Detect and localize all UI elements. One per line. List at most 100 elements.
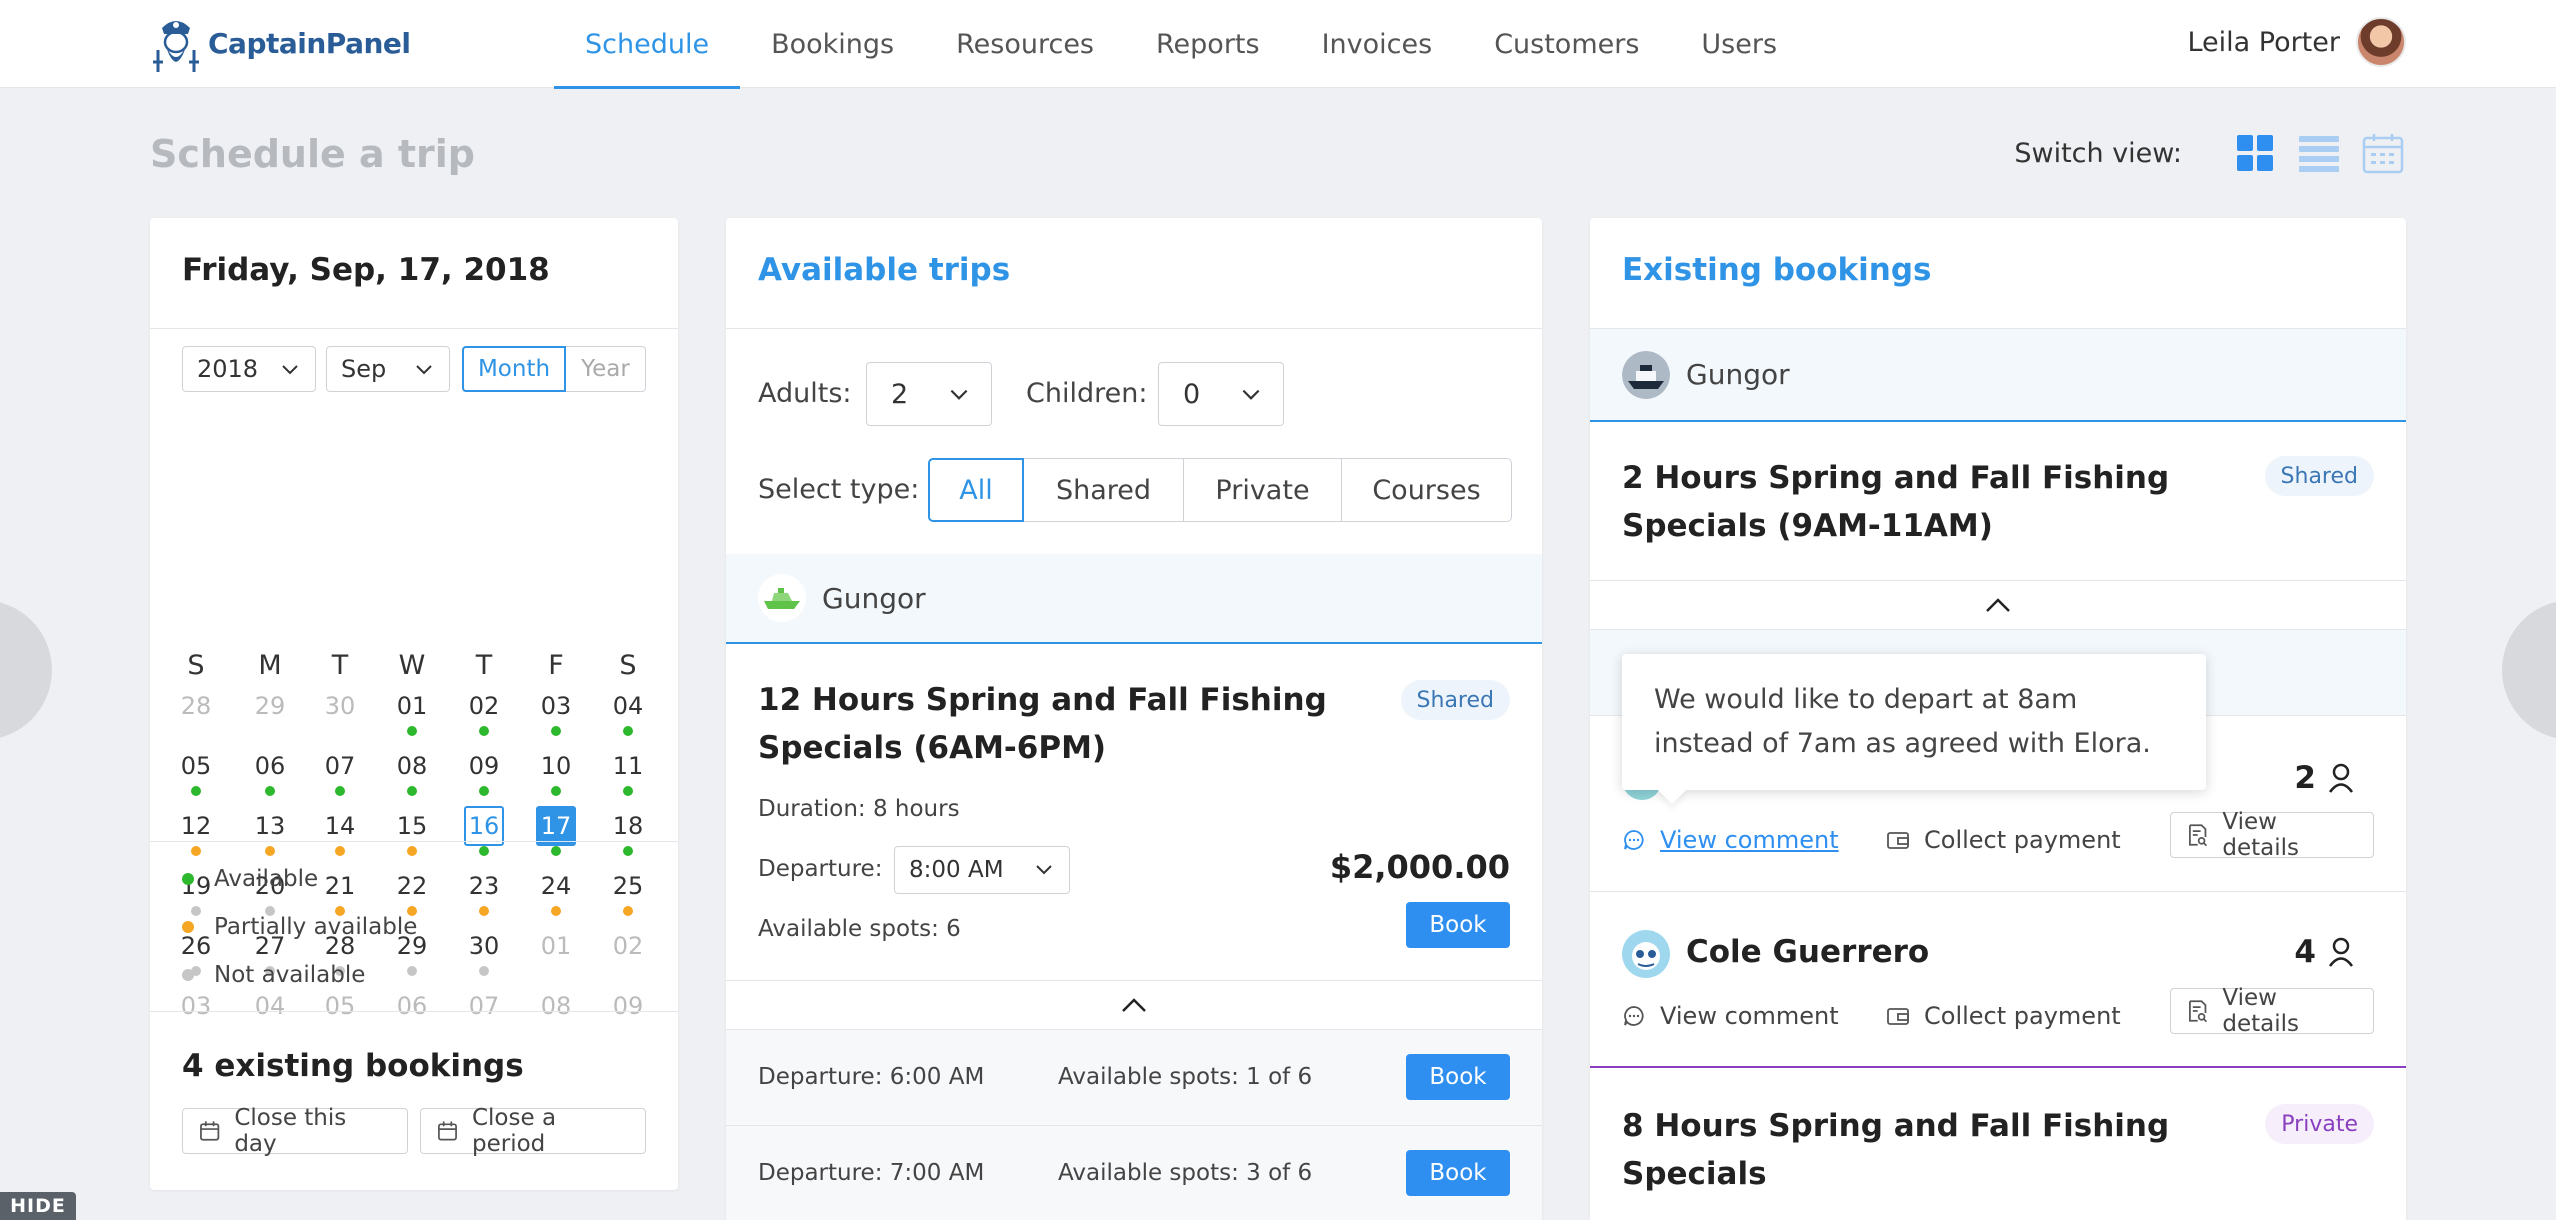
nav-resources[interactable]: Resources — [925, 0, 1125, 88]
calendar-icon — [200, 1121, 220, 1141]
nav-schedule[interactable]: Schedule — [554, 0, 741, 89]
calendar-day[interactable]: 18 — [608, 806, 648, 846]
collapse-toggle[interactable] — [726, 980, 1542, 1030]
adults-select[interactable]: 2 — [866, 362, 992, 426]
collect-payment-button[interactable]: Collect payment — [1886, 826, 2121, 854]
top-navigation-bar: CaptainPanel Schedule Bookings Resources… — [0, 0, 2556, 89]
nav-bookings[interactable]: Bookings — [740, 0, 925, 88]
calendar-day[interactable]: 06 — [250, 746, 290, 786]
calendar-day[interactable]: 09 — [464, 746, 504, 786]
avatar[interactable] — [2356, 17, 2406, 67]
type-private-button[interactable]: Private — [1184, 458, 1342, 522]
calendar-day[interactable]: 01 — [536, 926, 576, 966]
availability-dot — [407, 726, 417, 736]
type-all-button[interactable]: All — [928, 458, 1024, 522]
view-comment-label: View comment — [1660, 826, 1839, 854]
trip-title-line: Specials (9AM-11AM) — [1622, 508, 1993, 544]
guest-count-value: 2 — [2294, 760, 2316, 796]
calendar-day[interactable]: 04 — [608, 686, 648, 726]
children-select[interactable]: 0 — [1158, 362, 1284, 426]
user-menu[interactable]: Leila Porter — [2187, 17, 2406, 67]
collect-payment-button[interactable]: Collect payment — [1886, 1002, 2121, 1030]
weekday-header: M — [258, 650, 282, 681]
adults-value: 2 — [891, 378, 909, 410]
legend-label: Partially available — [214, 914, 418, 940]
calendar-day[interactable]: 09 — [608, 986, 648, 1026]
calendar-day[interactable]: 15 — [392, 806, 432, 846]
calendar-day[interactable]: 05 — [176, 746, 216, 786]
legend-not-available: Not available — [182, 962, 365, 988]
calendar-day[interactable]: 07 — [464, 986, 504, 1026]
calendar-day[interactable]: 28 — [176, 686, 216, 726]
book-button[interactable]: Book — [1406, 1150, 1510, 1196]
calendar-card: Friday, Sep, 17, 2018 2018 Sep Month Yea… — [150, 218, 678, 1190]
year-mode-button[interactable]: Year — [566, 346, 646, 392]
duration-text: Duration: 8 hours — [758, 796, 960, 822]
calendar-day[interactable]: 17 — [536, 806, 576, 846]
calendar-day[interactable]: 25 — [608, 866, 648, 906]
calendar-day[interactable]: 29 — [250, 686, 290, 726]
calendar-day[interactable]: 13 — [250, 806, 290, 846]
calendar-day[interactable]: 16 — [464, 806, 504, 846]
calendar-day[interactable]: 04 — [250, 986, 290, 1026]
customer-name[interactable]: Cole Guerrero — [1686, 934, 1929, 970]
book-button[interactable]: Book — [1406, 902, 1510, 948]
list-view-icon — [2299, 136, 2339, 172]
type-courses-button[interactable]: Courses — [1342, 458, 1512, 522]
calendar-day[interactable]: 30 — [320, 686, 360, 726]
calendar-day[interactable]: 14 — [320, 806, 360, 846]
nav-reports[interactable]: Reports — [1125, 0, 1291, 88]
calendar-day[interactable]: 12 — [176, 806, 216, 846]
calendar-day[interactable]: 05 — [320, 986, 360, 1026]
nav-users[interactable]: Users — [1670, 0, 1808, 88]
calendar-day[interactable]: 11 — [608, 746, 648, 786]
nav-invoices[interactable]: Invoices — [1291, 0, 1464, 88]
month-select[interactable]: Sep — [326, 346, 450, 392]
calendar-day[interactable]: 07 — [320, 746, 360, 786]
availability-dot — [551, 726, 561, 736]
grid-view-button[interactable] — [2232, 130, 2278, 176]
calendar-day[interactable]: 02 — [608, 926, 648, 966]
boat-icon — [758, 574, 806, 622]
year-select[interactable]: 2018 — [182, 346, 316, 392]
view-details-button[interactable]: View details — [2170, 985, 2374, 1037]
hide-button[interactable]: HIDE — [0, 1192, 76, 1220]
calendar-day[interactable]: 24 — [536, 866, 576, 906]
book-button[interactable]: Book — [1406, 1054, 1510, 1100]
nav-customers[interactable]: Customers — [1463, 0, 1670, 88]
collapse-toggle[interactable] — [1590, 580, 2406, 630]
legend-label: Not available — [214, 962, 366, 988]
calendar-day[interactable]: 03 — [536, 686, 576, 726]
type-shared-button[interactable]: Shared — [1024, 458, 1184, 522]
calendar-day[interactable]: 01 — [392, 686, 432, 726]
availability-dot — [335, 786, 345, 796]
legend-partially-available: Partially available — [182, 914, 417, 940]
departure-select[interactable]: 8:00 AM — [894, 846, 1070, 894]
app-logo[interactable]: CaptainPanel — [148, 8, 411, 78]
available-spots: Available spots: 6 — [758, 916, 961, 942]
calendar-day[interactable]: 08 — [536, 986, 576, 1026]
view-comment-button[interactable]: View comment — [1622, 1002, 1839, 1030]
booking-trip-title: 8 Hours Spring and Fall Fishing Specials — [1622, 1102, 2169, 1198]
view-details-button[interactable]: View details — [2170, 809, 2374, 861]
calendar-view-button[interactable] — [2360, 130, 2406, 176]
calendar-day[interactable]: 06 — [392, 986, 432, 1026]
availability-dot — [623, 786, 633, 796]
month-mode-button[interactable]: Month — [462, 346, 566, 392]
calendar-day[interactable]: 08 — [392, 746, 432, 786]
calendar-day[interactable]: 23 — [464, 866, 504, 906]
calendar-day[interactable]: 21 — [320, 866, 360, 906]
view-comment-link[interactable]: View comment — [1622, 826, 1839, 854]
availability-dot — [407, 846, 417, 856]
list-view-button[interactable] — [2296, 130, 2342, 176]
calendar-day[interactable]: 10 — [536, 746, 576, 786]
calendar-day[interactable]: 02 — [464, 686, 504, 726]
calendar-day[interactable]: 30 — [464, 926, 504, 966]
close-a-period-button[interactable]: Close a period — [420, 1105, 646, 1157]
trip-title-line: 8 Hours Spring and Fall Fishing — [1622, 1108, 2170, 1144]
comment-tooltip: We would like to depart at 8am instead o… — [1622, 654, 2206, 790]
trip-title: 12 Hours Spring and Fall Fishing Special… — [758, 676, 1327, 772]
close-this-day-button[interactable]: Close this day — [182, 1105, 408, 1157]
calendar-day[interactable]: 22 — [392, 866, 432, 906]
calendar-day[interactable]: 03 — [176, 986, 216, 1026]
